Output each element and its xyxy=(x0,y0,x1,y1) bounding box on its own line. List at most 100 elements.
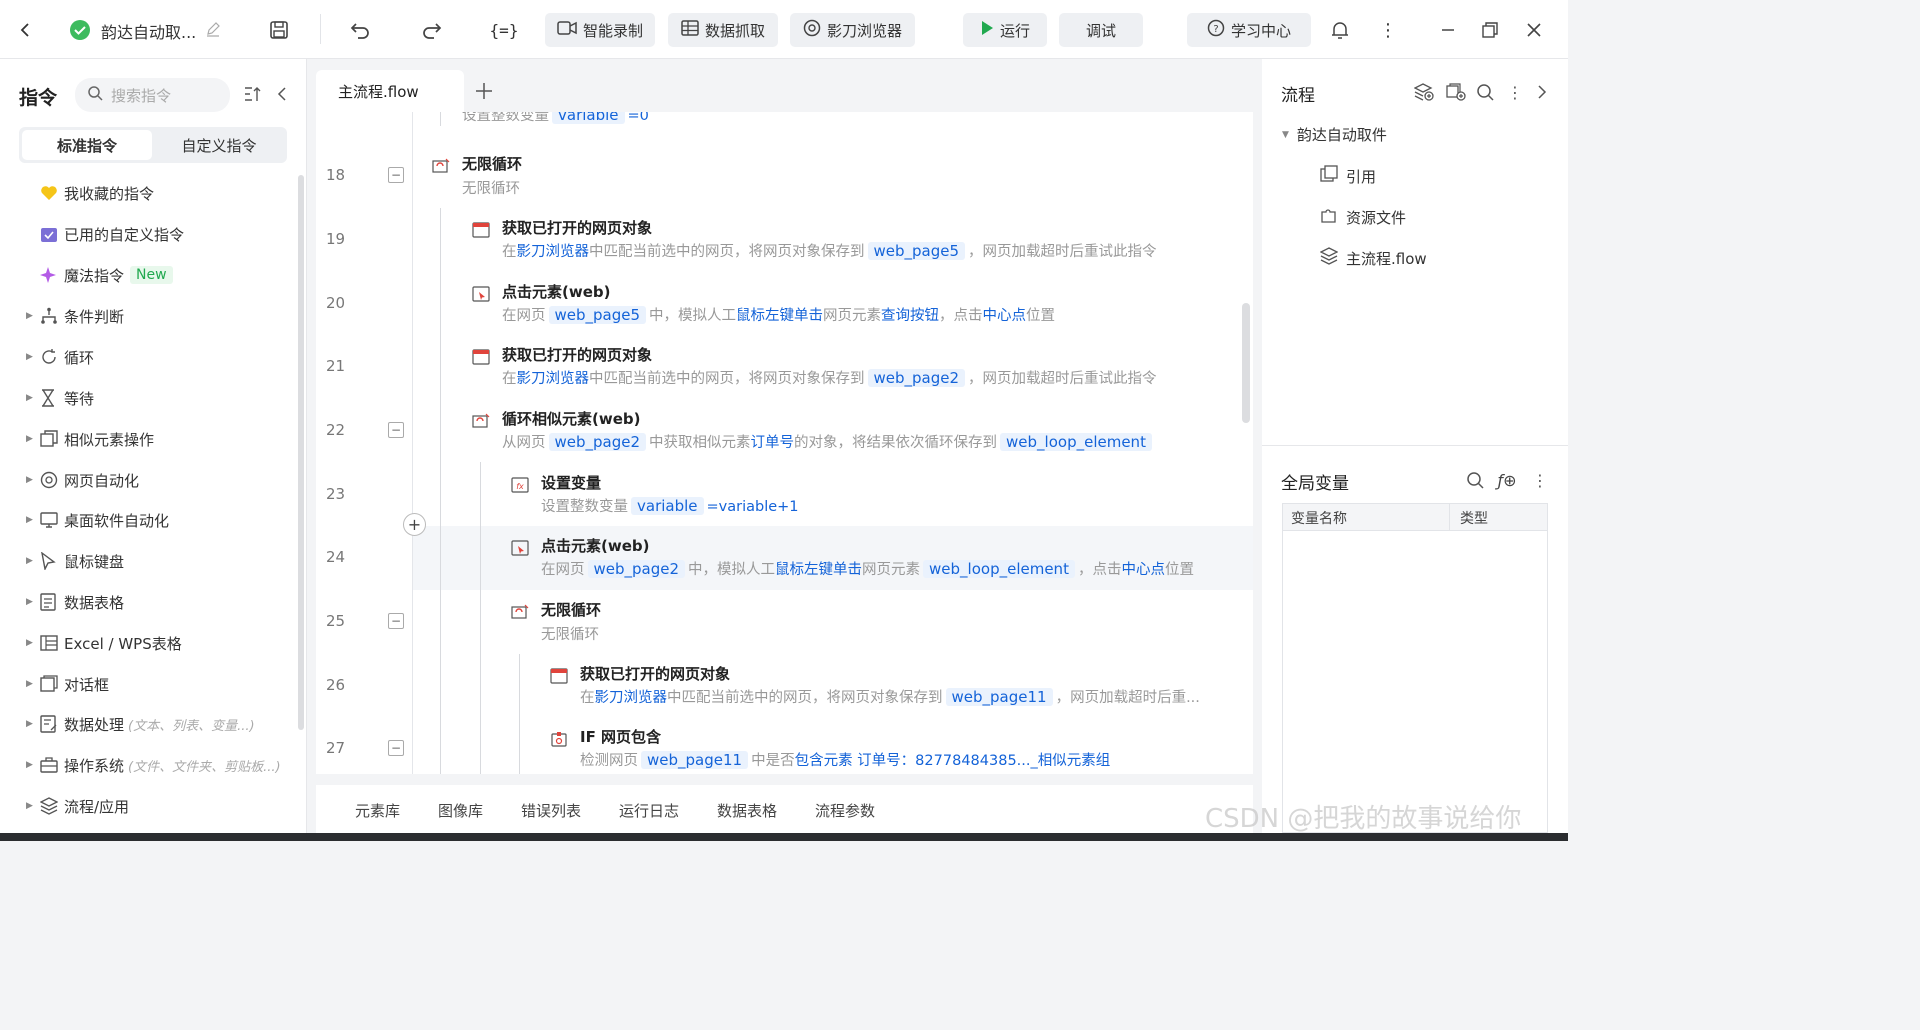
variable-chip[interactable]: web_page5 xyxy=(867,242,966,260)
command-search-input[interactable]: 搜索指令 xyxy=(75,78,230,112)
undo-icon[interactable] xyxy=(348,18,372,42)
left-scrollbar[interactable] xyxy=(298,175,304,730)
tab-run-log[interactable]: 运行日志 xyxy=(619,800,679,821)
fold-toggle[interactable]: − xyxy=(388,613,404,629)
run-button[interactable]: 运行 xyxy=(963,13,1047,47)
svg-text:?: ? xyxy=(1213,24,1218,35)
line-number: 21 xyxy=(326,357,346,375)
puzzle-icon xyxy=(1320,206,1338,228)
add-flow-icon[interactable] xyxy=(1413,82,1435,102)
step-title: 获取已打开的网页对象 xyxy=(502,346,653,364)
add-module-icon[interactable] xyxy=(1445,82,1467,102)
item-label: 我收藏的指令 xyxy=(64,184,155,203)
redo-icon[interactable] xyxy=(420,18,444,42)
collapse-panel-icon[interactable] xyxy=(272,84,292,104)
item-mouse-keyboard[interactable]: ▶ 鼠标键盘 xyxy=(26,549,124,573)
search-icon[interactable] xyxy=(1475,82,1495,102)
dialog-window-icon xyxy=(40,674,64,694)
expand-down-icon: ▼ xyxy=(1282,129,1289,140)
fold-toggle[interactable]: − xyxy=(388,422,404,438)
item-used-custom[interactable]: 已用的自定义指令 xyxy=(26,222,184,246)
gutter-divider xyxy=(412,112,413,774)
browser-button[interactable]: 影刀浏览器 xyxy=(790,13,915,47)
tree-root-project[interactable]: ▼ 韵达自动取件 xyxy=(1282,124,1387,145)
expand-arrow-icon: ▶ xyxy=(26,556,33,566)
line-number: 22 xyxy=(326,421,346,439)
add-tab-icon[interactable] xyxy=(472,79,496,103)
debug-button[interactable]: 调试 xyxy=(1059,13,1143,47)
sort-icon[interactable] xyxy=(243,84,263,104)
close-icon[interactable] xyxy=(1522,18,1546,42)
variable-chip[interactable]: web_page11 xyxy=(641,751,749,769)
expand-arrow-icon: ▶ xyxy=(26,679,33,689)
copy-stack-icon xyxy=(40,429,64,449)
edit-pencil-icon[interactable] xyxy=(204,20,222,38)
play-icon xyxy=(980,20,994,40)
variable-chip[interactable]: variable xyxy=(552,112,625,124)
item-label: 数据表格 xyxy=(64,593,125,612)
item-similar-elements[interactable]: ▶ 相似元素操作 xyxy=(26,427,154,451)
tree-item-reference[interactable]: 引用 xyxy=(1320,165,1376,187)
table-header: 变量名称 类型 xyxy=(1283,504,1547,531)
item-label: 魔法指令 xyxy=(64,266,125,285)
variable-chip[interactable]: web_page5 xyxy=(548,306,647,324)
variable-chip[interactable]: web_page2 xyxy=(548,433,647,451)
smart-record-button[interactable]: 智能录制 xyxy=(545,13,655,47)
tab-custom-commands[interactable]: 自定义指令 xyxy=(154,130,284,160)
fold-toggle[interactable]: − xyxy=(388,740,404,756)
variable-chip[interactable]: web_page2 xyxy=(587,560,686,578)
more-vertical-icon[interactable]: ⋮ xyxy=(1530,470,1550,490)
tab-main-flow[interactable]: 主流程.flow xyxy=(316,70,464,112)
item-wait[interactable]: ▶ 等待 xyxy=(26,386,94,410)
tab-data-table[interactable]: 数据表格 xyxy=(717,800,777,821)
item-excel[interactable]: ▶ Excel / WPS表格 xyxy=(26,631,182,655)
data-scrape-button[interactable]: 数据抓取 xyxy=(668,13,778,47)
item-web-automation[interactable]: ▶ 网页自动化 xyxy=(26,468,139,492)
tab-image-library[interactable]: 图像库 xyxy=(438,800,483,821)
variable-chip[interactable]: web_page2 xyxy=(867,369,966,387)
insert-step-button[interactable]: + xyxy=(403,513,426,536)
variable-chip[interactable]: web_page11 xyxy=(945,688,1053,706)
tab-element-library[interactable]: 元素库 xyxy=(355,800,400,821)
help-circle-icon: ? xyxy=(1207,19,1225,41)
item-flow-app[interactable]: ▶ 流程/应用 xyxy=(26,794,129,818)
tree-item-main-flow[interactable]: 主流程.flow xyxy=(1319,247,1427,269)
chevron-right-icon[interactable] xyxy=(1532,82,1552,102)
variable-chip[interactable]: web_loop_element xyxy=(1000,433,1152,451)
more-vertical-icon[interactable]: ⋮ xyxy=(1376,18,1400,42)
tab-flow-params[interactable]: 流程参数 xyxy=(815,800,875,821)
back-arrow-icon[interactable] xyxy=(14,18,38,42)
minimize-icon[interactable] xyxy=(1436,18,1460,42)
variable-chip[interactable]: variable xyxy=(631,497,704,515)
search-icon[interactable] xyxy=(1465,470,1485,490)
step-title: 获取已打开的网页对象 xyxy=(502,219,653,237)
item-desktop-automation[interactable]: ▶ 桌面软件自动化 xyxy=(26,508,169,532)
item-dialog[interactable]: ▶ 对话框 xyxy=(26,672,109,696)
item-magic[interactable]: 魔法指令 New xyxy=(26,263,173,287)
tab-standard-commands[interactable]: 标准指令 xyxy=(22,130,152,160)
more-vertical-icon[interactable]: ⋮ xyxy=(1505,82,1525,102)
item-condition[interactable]: ▶ 条件判断 xyxy=(26,304,124,328)
fold-toggle[interactable]: − xyxy=(388,167,404,183)
project-name[interactable]: 韵达自动取... xyxy=(101,19,196,43)
top-toolbar: 韵达自动取... {=} 智能录制 数据抓取 影刀浏览器 运行 调试 ? 学习中… xyxy=(0,0,1568,59)
tab-error-list[interactable]: 错误列表 xyxy=(521,800,581,821)
line-number: 18 xyxy=(326,166,346,184)
learning-center-button[interactable]: ? 学习中心 xyxy=(1187,13,1311,47)
item-favorites[interactable]: 我收藏的指令 xyxy=(26,181,154,205)
save-icon[interactable] xyxy=(267,18,291,42)
code-braces-icon[interactable]: {=} xyxy=(490,18,519,42)
flow-panel-title: 流程 xyxy=(1281,86,1315,106)
restore-window-icon[interactable] xyxy=(1478,18,1502,42)
editor-scrollbar[interactable] xyxy=(1242,303,1250,423)
item-loop[interactable]: ▶ 循环 xyxy=(26,345,94,369)
hourglass-icon xyxy=(40,388,64,408)
item-data-processing[interactable]: ▶ 数据处理 (文本、列表、变量...) xyxy=(26,712,255,736)
variable-chip[interactable]: web_loop_element xyxy=(923,560,1075,578)
expand-arrow-icon: ▶ xyxy=(26,638,33,648)
item-data-table[interactable]: ▶ 数据表格 xyxy=(26,590,124,614)
function-fx-icon[interactable]: ƒ⊕ xyxy=(1495,470,1519,490)
item-operating-system[interactable]: ▶ 操作系统 (文件、文件夹、剪贴板...) xyxy=(26,753,281,777)
bell-icon[interactable] xyxy=(1328,18,1352,42)
tree-item-resources[interactable]: 资源文件 xyxy=(1320,206,1406,228)
